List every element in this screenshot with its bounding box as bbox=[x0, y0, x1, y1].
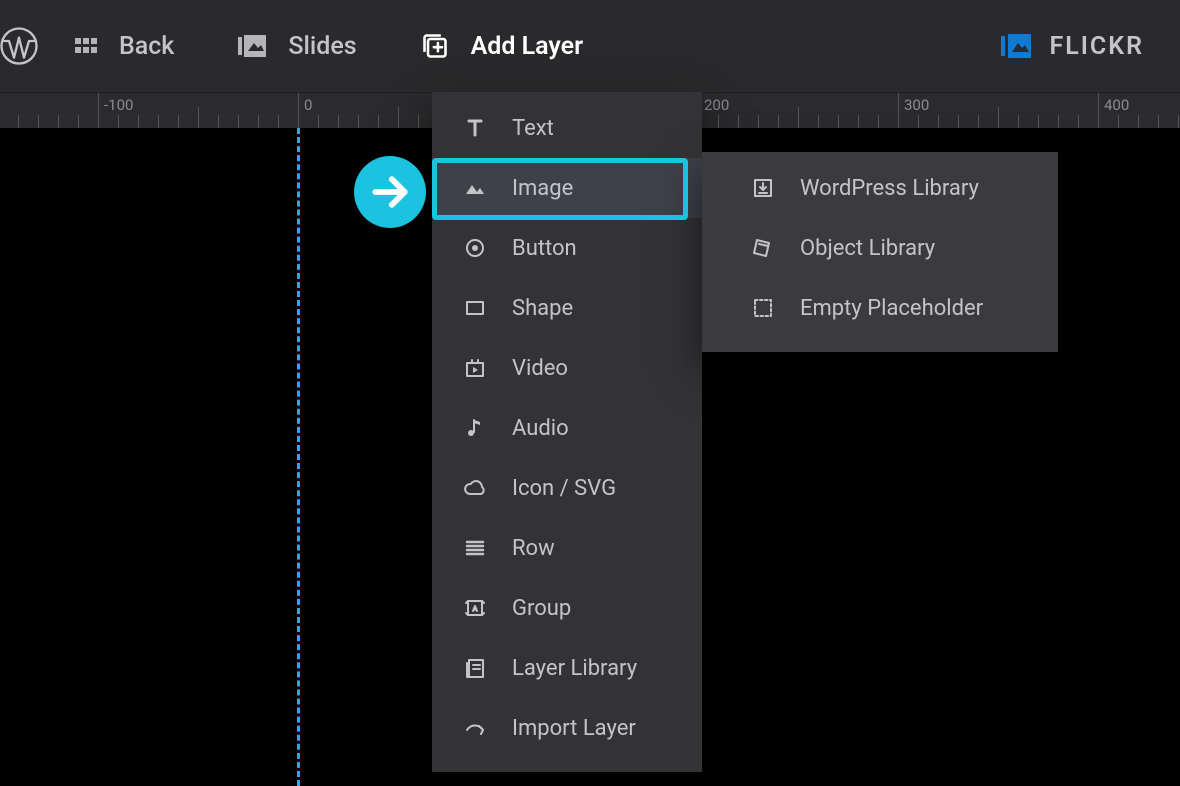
flickr-icon bbox=[1001, 34, 1031, 58]
text-icon bbox=[460, 116, 490, 140]
menu-item-label: Layer Library bbox=[512, 656, 637, 681]
import-icon bbox=[460, 716, 490, 740]
add-layer-item-audio[interactable]: Audio bbox=[432, 398, 702, 458]
menu-item-label: Import Layer bbox=[512, 716, 636, 741]
menu-item-label: Group bbox=[512, 596, 571, 621]
add-layer-item-layer-library[interactable]: Layer Library bbox=[432, 638, 702, 698]
ruler-label: 200 bbox=[704, 96, 729, 114]
add-layer-button[interactable]: Add Layer bbox=[389, 0, 616, 92]
add-layer-menu: Text Image Button Shape Video Audio Icon / SVG… bbox=[432, 92, 702, 772]
top-toolbar: Back Slides Add Layer bbox=[0, 0, 1180, 92]
placeholder-icon bbox=[748, 296, 778, 320]
video-icon bbox=[460, 356, 490, 380]
button-icon bbox=[460, 236, 490, 260]
add-layer-item-video[interactable]: Video bbox=[432, 338, 702, 398]
group-icon bbox=[460, 596, 490, 620]
add-layer-item-shape[interactable]: Shape bbox=[432, 278, 702, 338]
add-layer-item-icon-svg[interactable]: Icon / SVG bbox=[432, 458, 702, 518]
slides-label: Slides bbox=[288, 32, 356, 61]
add-layer-item-button[interactable]: Button bbox=[432, 218, 702, 278]
wp-library-icon bbox=[748, 176, 778, 200]
add-layer-item-text[interactable]: Text bbox=[432, 98, 702, 158]
menu-item-label: Video bbox=[512, 356, 568, 381]
back-label: Back bbox=[119, 32, 174, 61]
audio-icon bbox=[460, 416, 490, 440]
menu-item-label: Text bbox=[512, 116, 554, 141]
add-layer-label: Add Layer bbox=[471, 32, 584, 61]
image-submenu-item-object-library[interactable]: Object Library bbox=[702, 218, 1058, 278]
library-icon bbox=[460, 656, 490, 680]
ruler-label: 400 bbox=[1104, 96, 1129, 114]
menu-item-label: Row bbox=[512, 536, 555, 561]
object-library-icon bbox=[748, 236, 778, 260]
menu-item-label: Shape bbox=[512, 296, 573, 321]
ruler-label: 0 bbox=[304, 96, 312, 114]
add-layer-item-image[interactable]: Image bbox=[432, 158, 702, 218]
menu-item-label: Button bbox=[512, 236, 577, 261]
slides-button[interactable]: Slides bbox=[206, 0, 388, 92]
add-layer-item-row[interactable]: Row bbox=[432, 518, 702, 578]
shape-icon bbox=[460, 296, 490, 320]
grid-icon bbox=[73, 34, 97, 58]
flickr-button[interactable]: FLICKR bbox=[965, 0, 1180, 92]
image-icon bbox=[460, 176, 490, 200]
ruler-label: 300 bbox=[904, 96, 929, 114]
add-layer-item-group[interactable]: Group bbox=[432, 578, 702, 638]
row-icon bbox=[460, 536, 490, 560]
menu-item-label: Icon / SVG bbox=[512, 476, 616, 501]
back-button[interactable]: Back bbox=[41, 0, 206, 92]
wordpress-logo[interactable] bbox=[0, 24, 41, 69]
ruler-label: -100 bbox=[104, 96, 133, 114]
cloud-icon bbox=[460, 476, 490, 500]
menu-item-label: Image bbox=[512, 176, 573, 201]
add-layer-item-import-layer[interactable]: Import Layer bbox=[432, 698, 702, 758]
callout-arrow-icon bbox=[354, 156, 426, 228]
menu-item-label: Empty Placeholder bbox=[800, 296, 983, 321]
vertical-guide-line bbox=[297, 128, 300, 786]
image-submenu: WordPress Library Object Library Empty Pla… bbox=[702, 152, 1058, 352]
slides-icon bbox=[238, 35, 266, 57]
image-submenu-item-empty-placeholder[interactable]: Empty Placeholder bbox=[702, 278, 1058, 338]
menu-item-label: WordPress Library bbox=[800, 176, 979, 201]
flickr-label: FLICKR bbox=[1049, 32, 1144, 61]
menu-item-label: Audio bbox=[512, 416, 569, 441]
add-layer-icon bbox=[421, 32, 449, 60]
menu-item-label: Object Library bbox=[800, 236, 935, 261]
image-submenu-item-wordpress-library[interactable]: WordPress Library bbox=[702, 158, 1058, 218]
